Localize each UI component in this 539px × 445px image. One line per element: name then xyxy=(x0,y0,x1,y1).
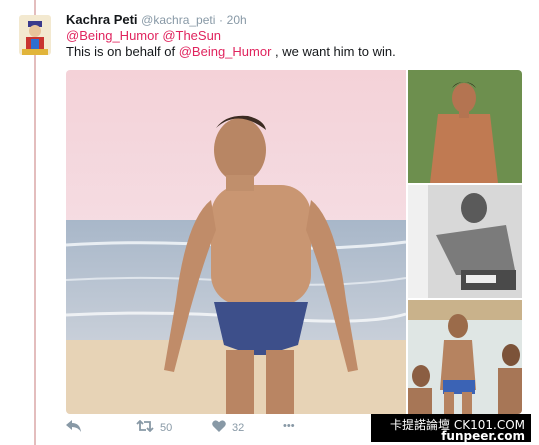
tweet-actions: 50 32 ••• xyxy=(66,419,366,438)
separator-dot: · xyxy=(219,13,224,27)
more-options-icon[interactable]: ••• xyxy=(283,420,295,432)
tweet-timestamp[interactable]: 20h xyxy=(227,13,247,27)
tweet-text-end: , we want him to win. xyxy=(271,44,396,59)
watermark: 卡提諾論壇 CK101.COM funpeer.com xyxy=(371,414,531,443)
thumbnail-photo[interactable] xyxy=(408,185,522,298)
thumbnail-photo[interactable] xyxy=(408,300,522,414)
more-action[interactable]: ••• xyxy=(283,420,295,432)
thread-line xyxy=(34,0,36,445)
reply-icon[interactable] xyxy=(66,420,81,435)
like-count: 32 xyxy=(232,421,245,434)
tweet-text: This is on behalf of @Being_Humor , we w… xyxy=(66,44,396,59)
like-action[interactable]: 32 xyxy=(212,420,244,435)
retweet-icon[interactable] xyxy=(136,419,154,435)
watermark-text: funpeer.com xyxy=(441,429,525,443)
avatar[interactable] xyxy=(19,15,51,55)
tweet-header: Kachra Peti @kachra_peti · 20h xyxy=(66,12,247,28)
heart-icon[interactable] xyxy=(212,420,226,435)
tweet-text-start: This is on behalf of xyxy=(66,44,179,59)
mention-link[interactable]: @Being_Humor xyxy=(179,44,272,59)
retweet-count: 50 xyxy=(160,421,173,434)
user-handle[interactable]: @kachra_peti xyxy=(141,13,215,27)
retweet-action[interactable]: 50 xyxy=(136,419,173,435)
reply-mentions: @Being_Humor @TheSun xyxy=(66,28,221,43)
mention-link[interactable]: @TheSun xyxy=(162,28,221,43)
display-name[interactable]: Kachra Peti xyxy=(66,12,138,27)
mention-link[interactable]: @Being_Humor xyxy=(66,28,159,43)
tweet-media[interactable] xyxy=(66,70,522,414)
main-photo[interactable] xyxy=(66,70,407,414)
reply-action[interactable] xyxy=(66,420,81,435)
thumbnail-photo[interactable] xyxy=(408,70,522,183)
